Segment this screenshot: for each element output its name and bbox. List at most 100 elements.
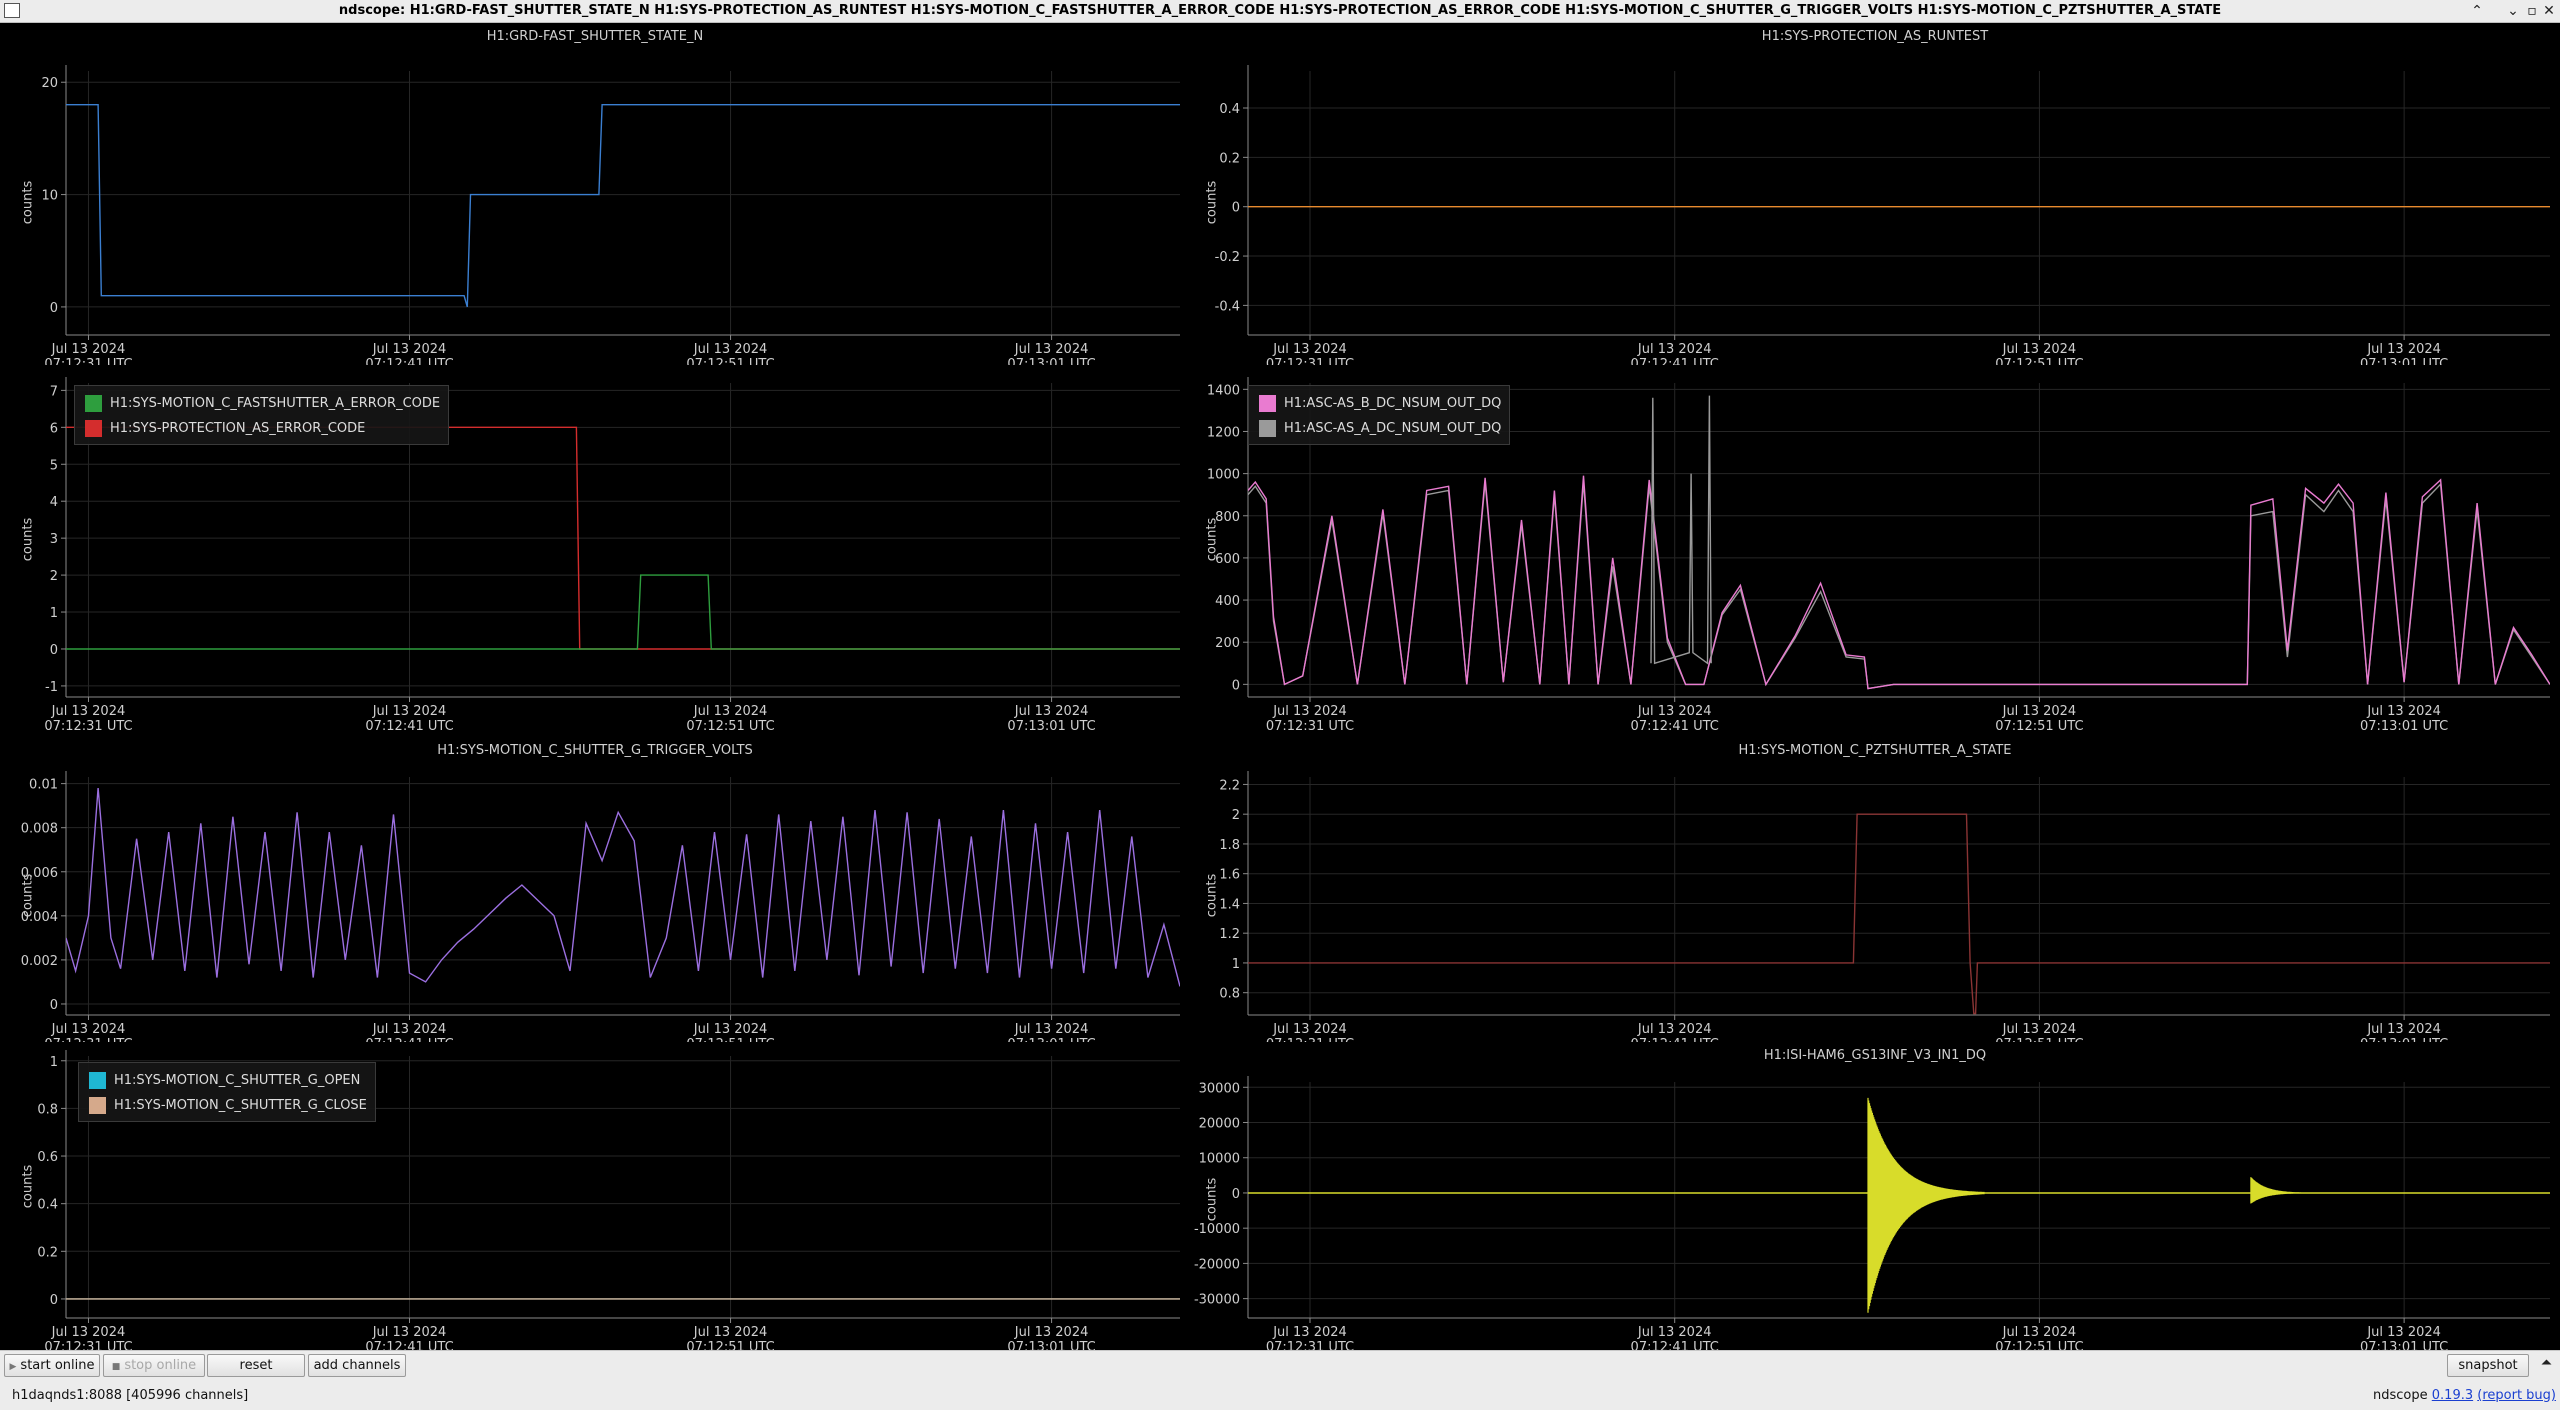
x-tick-time: 07:13:01 UTC	[1007, 1340, 1095, 1350]
series-line	[1248, 481, 2550, 690]
y-axis-label: counts	[20, 1164, 36, 1209]
y-tick-label: 0.8	[1219, 987, 1240, 1002]
x-tick-date: Jul 13 2024	[2366, 1325, 2441, 1340]
y-axis-label: counts	[1204, 873, 1220, 918]
plot-canvas[interactable]: 0.811.21.41.61.822.2Jul 13 202407:12:31 …	[1190, 737, 2560, 1042]
y-axis-label: counts	[1204, 180, 1220, 225]
x-tick-date: Jul 13 2024	[693, 1022, 768, 1037]
y-tick-label: 0.8	[37, 1102, 58, 1117]
x-tick-time: 07:12:31 UTC	[44, 1340, 132, 1350]
x-tick-time: 07:13:01 UTC	[2360, 719, 2448, 734]
plot-grid: 0 10 20 Jul 13 2024 07:12:31 UTC Jul 13 2024 0…	[0, 23, 2560, 1350]
series-line	[1650, 395, 1712, 665]
y-tick-label: 0.2	[37, 1245, 58, 1260]
stop-online-button: ■ stop online	[103, 1354, 205, 1377]
y-tick-label: -0.4	[1215, 299, 1240, 314]
y-tick-label: 200	[1215, 636, 1240, 651]
x-tick-date: Jul 13 2024	[372, 1325, 447, 1340]
y-tick-label: 2.2	[1219, 778, 1240, 793]
x-tick-date: Jul 13 2024	[693, 1325, 768, 1340]
close-window-button[interactable]: ✕	[2540, 2, 2558, 20]
x-tick-date: Jul 13 2024	[372, 704, 447, 719]
plot-legend[interactable]: H1:SYS-MOTION_C_SHUTTER_G_OPEN H1:SYS-MOT…	[78, 1062, 376, 1122]
maximize-button[interactable]: ▫	[2523, 2, 2541, 20]
plot-canvas[interactable]: -30000-20000-100000100002000030000Jul 13…	[1190, 1042, 2560, 1350]
start-online-button[interactable]: ▶ start online	[4, 1354, 100, 1377]
legend-item[interactable]: H1:SYS-MOTION_C_SHUTTER_G_OPEN	[89, 1068, 367, 1093]
y-tick-label: 0.01	[29, 778, 58, 793]
x-tick-date: Jul 13 2024	[2002, 342, 2077, 357]
x-tick-time: 07:12:41 UTC	[365, 719, 453, 734]
y-tick-label: 1	[50, 606, 58, 621]
plot-legend[interactable]: H1:SYS-MOTION_C_FASTSHUTTER_A_ERROR_CODE…	[74, 385, 450, 445]
add-channels-button[interactable]: add channels	[308, 1354, 406, 1377]
version-info: ndscope 0.19.3 (report bug)	[2373, 1388, 2556, 1403]
x-tick-time: 07:12:41 UTC	[1631, 719, 1719, 734]
x-tick-time: 07:12:51 UTC	[1995, 357, 2083, 365]
y-tick-label: 10	[41, 189, 58, 204]
collapse-icon[interactable]: ⏶	[2541, 1355, 2552, 1371]
y-tick-label: -30000	[1194, 1293, 1240, 1308]
x-tick-time: 07:13:01 UTC	[1007, 719, 1095, 734]
x-tick-date: Jul 13 2024	[1637, 704, 1712, 719]
plot-canvas[interactable]: -0.4-0.200.20.4Jul 13 202407:12:31 UTCJu…	[1190, 23, 2560, 365]
plot-canvas[interactable]: 01020Jul 13 202407:12:31 UTCJul 13 20240…	[0, 23, 1190, 365]
report-bug-link[interactable]: (report bug)	[2477, 1388, 2556, 1403]
minimize-button[interactable]: ⌃	[2468, 2, 2486, 20]
y-tick-label: 0.2	[1219, 151, 1240, 166]
y-tick-label: -0.2	[1215, 250, 1240, 265]
x-tick-date: Jul 13 2024	[51, 1022, 126, 1037]
snapshot-button[interactable]: snapshot	[2447, 1354, 2529, 1377]
legend-item[interactable]: H1:ASC-AS_A_DC_NSUM_OUT_DQ	[1259, 416, 1501, 441]
y-tick-label: 5	[50, 458, 58, 473]
app-name: ndscope	[2373, 1388, 2428, 1403]
y-tick-label: 1.4	[1219, 897, 1240, 912]
x-tick-time: 07:12:41 UTC	[1631, 357, 1719, 365]
legend-swatch	[89, 1097, 106, 1114]
series-line	[1248, 475, 2550, 690]
plot-panel[interactable]: -1 0 1 2 3 4 5 6 7 Jul 13 2024 07:12:31 UTC Jul 13 …	[0, 365, 1190, 737]
legend-label: H1:SYS-MOTION_C_SHUTTER_G_CLOSE	[114, 1098, 367, 1113]
x-tick-date: Jul 13 2024	[1272, 704, 1347, 719]
play-icon: ▶	[9, 1362, 17, 1372]
y-tick-label: 1200	[1207, 425, 1240, 440]
restore-down-button[interactable]: ⌄	[2504, 2, 2522, 20]
legend-swatch	[1259, 420, 1276, 437]
plot-panel[interactable]: -0.4 -0.2 0 0.2 0.4 Jul 13 2024 07:12:31 UTC Ju…	[1190, 23, 2560, 365]
x-tick-time: 07:13:01 UTC	[2360, 1340, 2448, 1350]
y-axis-label: counts	[1204, 517, 1220, 562]
plot-data	[66, 787, 1180, 987]
y-tick-label: 0.4	[37, 1198, 58, 1213]
reset-button[interactable]: reset	[207, 1354, 305, 1377]
y-tick-label: 2	[1232, 808, 1240, 823]
plot-panel[interactable]: 0 10 20 Jul 13 2024 07:12:31 UTC Jul 13 2024 0…	[0, 23, 1190, 365]
legend-item[interactable]: H1:ASC-AS_B_DC_NSUM_OUT_DQ	[1259, 391, 1501, 416]
x-tick-date: Jul 13 2024	[1014, 704, 1089, 719]
y-tick-label: 0	[1232, 201, 1240, 216]
x-tick-time: 07:12:51 UTC	[1995, 1340, 2083, 1350]
plot-panel[interactable]: 0 0.2 0.4 0.6 0.8 1 Jul 13 2024 07:12:31 UTC Jul…	[0, 1042, 1190, 1350]
legend-swatch	[89, 1072, 106, 1089]
legend-swatch	[1259, 395, 1276, 412]
legend-item[interactable]: H1:SYS-MOTION_C_FASTSHUTTER_A_ERROR_CODE	[85, 391, 440, 416]
y-tick-label: 2	[50, 569, 58, 584]
plot-panel[interactable]: -30000 -20000 -10000 0 10000 20000 30000 Jul 13…	[1190, 1042, 2560, 1350]
y-tick-label: 1000	[1207, 468, 1240, 483]
legend-swatch	[85, 420, 102, 437]
legend-item[interactable]: H1:SYS-MOTION_C_SHUTTER_G_CLOSE	[89, 1093, 367, 1118]
y-tick-label: 10000	[1199, 1152, 1240, 1167]
plot-panel[interactable]: 0.811.21.41.61.822.2Jul 13 202407:12:31 …	[1190, 737, 2560, 1042]
y-tick-label: 7	[50, 384, 58, 399]
plot-panel[interactable]: 0 200 400 600 800 1000 1200 1400 Jul 13 2024 07:1…	[1190, 365, 2560, 737]
plot-legend[interactable]: H1:ASC-AS_B_DC_NSUM_OUT_DQ H1:ASC-AS_A_DC…	[1248, 385, 1511, 445]
plot-title: H1:SYS-PROTECTION_AS_RUNTEST	[1761, 29, 1989, 44]
server-status: h1daqnds1:8088 [405996 channels]	[12, 1388, 249, 1403]
x-tick-time: 07:12:41 UTC	[1631, 1340, 1719, 1350]
x-tick-time: 07:12:31 UTC	[1266, 719, 1354, 734]
version-link[interactable]: 0.19.3	[2432, 1388, 2473, 1403]
plot-panel[interactable]: 00.0020.0040.0060.0080.01Jul 13 202407:1…	[0, 737, 1190, 1042]
y-tick-label: 4	[50, 495, 58, 510]
legend-item[interactable]: H1:SYS-PROTECTION_AS_ERROR_CODE	[85, 416, 440, 441]
start-online-label: start online	[20, 1358, 95, 1373]
plot-canvas[interactable]: 00.0020.0040.0060.0080.01Jul 13 202407:1…	[0, 737, 1190, 1042]
